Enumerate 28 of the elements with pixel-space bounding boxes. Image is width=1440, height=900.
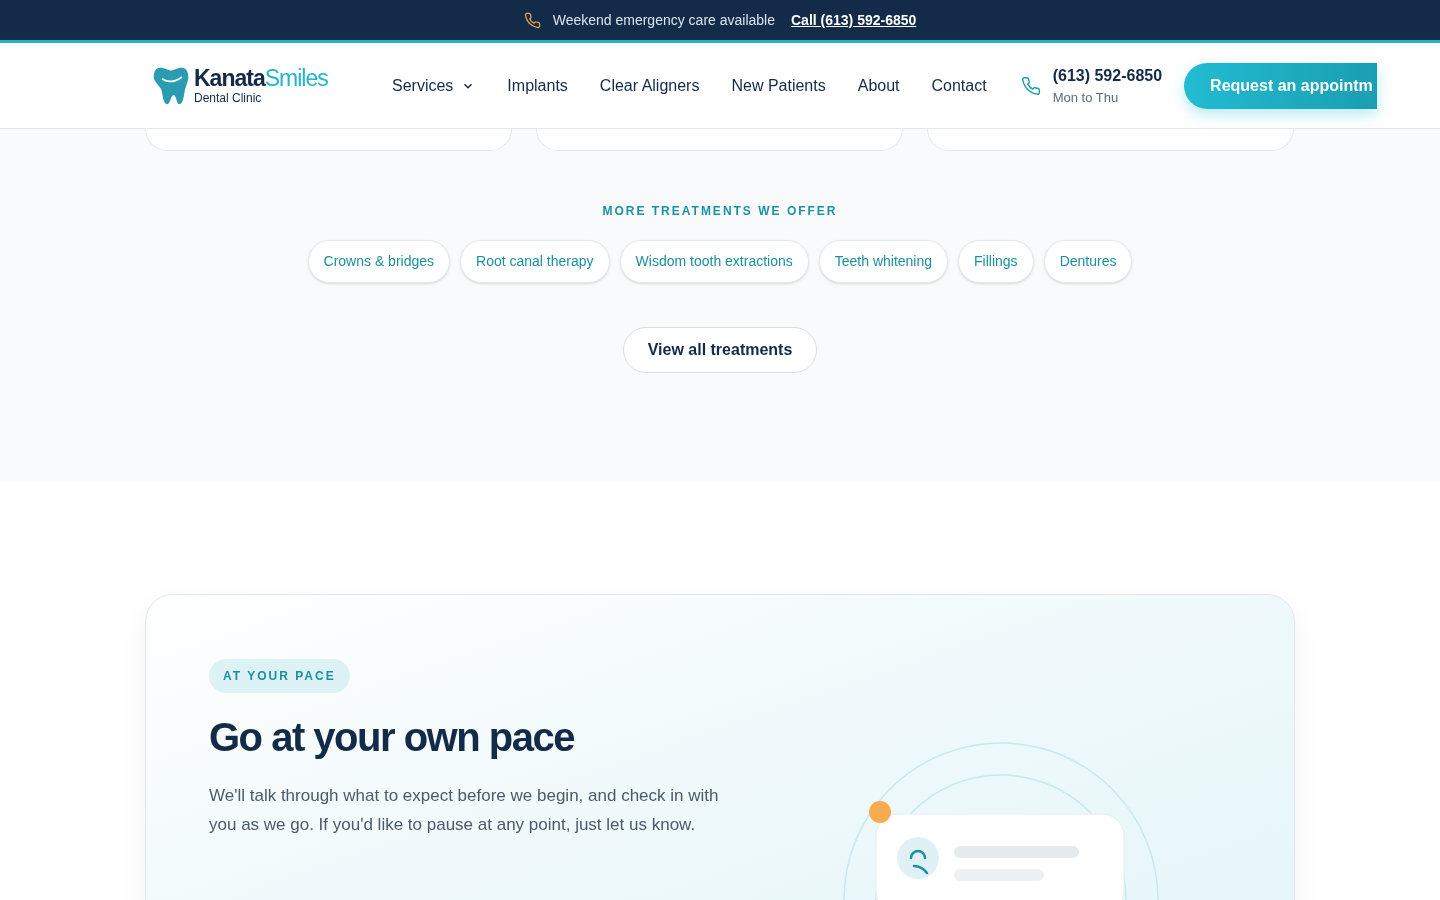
nav-link[interactable]: Contact xyxy=(931,73,987,98)
nav-link[interactable]: Implants xyxy=(507,73,568,98)
section-heading: Go at your own pace xyxy=(209,714,575,761)
treatment-chip[interactable]: Wisdom tooth extractions xyxy=(619,240,809,283)
nav-link[interactable]: New Patients xyxy=(731,73,826,98)
logo-wordmark: Smiles xyxy=(264,67,328,90)
phone-icon xyxy=(523,11,541,29)
view-all-treatments-button[interactable]: View all treatments xyxy=(622,327,818,373)
section-badge: AT YOUR PACE xyxy=(209,659,350,693)
logo[interactable]: KanataSmiles Dental Clinic xyxy=(152,65,352,106)
section-eyebrow: MORE TREATMENTS WE OFFER xyxy=(602,203,838,220)
logo-wordmark: Kanata xyxy=(194,67,265,90)
call-link[interactable]: Call (613) 592-6850 xyxy=(791,9,917,31)
treatment-chip[interactable]: Dentures xyxy=(1043,240,1133,283)
treatment-chip[interactable]: Fillings xyxy=(958,240,1034,283)
announcement-text: Weekend emergency care available xyxy=(552,10,775,30)
treatment-chip[interactable]: Teeth whitening xyxy=(818,240,949,283)
treatment-chip[interactable]: Crowns & bridges xyxy=(307,240,451,283)
treatment-chip[interactable]: Root canal therapy xyxy=(460,240,610,283)
nav-link[interactable]: Services xyxy=(392,73,476,98)
phone-number[interactable]: (613) 592-6850 xyxy=(1052,63,1163,88)
phone-icon xyxy=(1020,75,1041,96)
tooth-icon xyxy=(152,65,190,106)
phone-hours: Mon to Thu xyxy=(1052,88,1120,107)
section-paragraph: We'll talk through what to expect before we begin, and check in with you as we go. If you'd like to pause at any point, just let us know. xyxy=(209,785,720,836)
nav-link[interactable]: About xyxy=(857,73,900,98)
logo-tagline: Dental Clinic xyxy=(194,92,263,104)
nav-link[interactable]: Clear Aligners xyxy=(599,73,700,98)
